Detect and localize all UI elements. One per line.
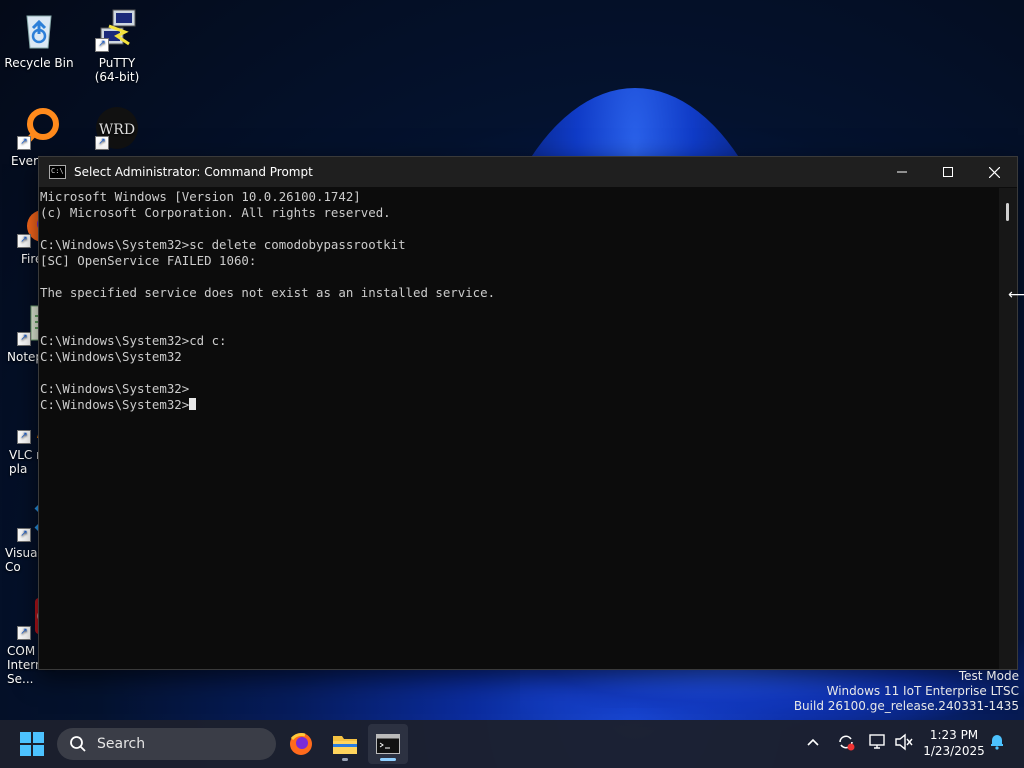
desktop-icon-recycle-bin[interactable]: Recycle Bin	[1, 8, 77, 70]
maximize-button[interactable]	[925, 157, 971, 187]
window-title: Select Administrator: Command Prompt	[74, 165, 313, 179]
shortcut-arrow-icon: ↗	[17, 234, 31, 248]
console-line: C:\Windows\System32>	[40, 381, 190, 396]
shortcut-arrow-icon: ↗	[95, 38, 109, 52]
console-line: C:\Windows\System32>cd c:	[40, 333, 227, 348]
shortcut-arrow-icon: ↗	[17, 626, 31, 640]
update-icon	[839, 735, 855, 751]
scrollbar-thumb[interactable]	[1006, 203, 1009, 221]
minimize-icon	[897, 171, 907, 173]
resize-cursor-icon: ⟷	[1008, 287, 1024, 303]
network-icon	[869, 734, 885, 749]
recycle-bin-icon	[17, 8, 61, 52]
notifications-button[interactable]	[988, 732, 1006, 754]
wrd-app-icon: WRD ↗	[95, 106, 139, 150]
volume-tray-button[interactable]	[894, 732, 914, 756]
console-line: The specified service does not exist as …	[40, 285, 496, 300]
prompt-text: C:\Windows\System32>	[40, 397, 190, 412]
shortcut-arrow-icon: ↗	[95, 136, 109, 150]
network-tray-button[interactable]	[868, 732, 888, 756]
desktop-icon-label: Recycle Bin	[4, 56, 74, 70]
title-bar[interactable]: C:\ Select Administrator: Command Prompt	[39, 157, 1017, 187]
watermark-line: Test Mode	[958, 669, 1019, 683]
console-line: [SC] OpenService FAILED 1060:	[40, 253, 257, 268]
console-line: (c) Microsoft Corporation. All rights re…	[40, 205, 391, 220]
windows-start-icon	[20, 732, 44, 756]
maximize-icon	[943, 167, 953, 177]
close-button[interactable]	[971, 157, 1017, 187]
minimize-button[interactable]	[879, 157, 925, 187]
file-explorer-icon	[333, 736, 357, 754]
console-line: Microsoft Windows [Version 10.0.26100.17…	[40, 189, 361, 204]
shortcut-arrow-icon: ↗	[17, 136, 31, 150]
watermark-line: Build 26100.ge_release.240331-1435	[793, 699, 1019, 713]
everything-icon: ↗	[17, 106, 61, 150]
show-hidden-icons-button[interactable]	[806, 734, 820, 753]
bell-icon	[991, 735, 1003, 750]
test-mode-watermark: Test Mode Windows 11 IoT Enterprise LTSC…	[794, 669, 1019, 714]
taskbar-terminal[interactable]	[368, 724, 408, 764]
clock-time: 1:23 PM	[929, 728, 979, 742]
close-icon	[988, 166, 1000, 178]
firefox-icon	[290, 733, 312, 755]
active-indicator	[380, 758, 396, 761]
shortcut-arrow-icon: ↗	[17, 528, 31, 542]
putty-icon: ↗	[95, 8, 139, 52]
shortcut-arrow-icon: ↗	[17, 332, 31, 346]
volume-muted-icon	[895, 733, 913, 751]
update-tray-button[interactable]	[836, 732, 856, 756]
desktop-icon-label: PuTTY (64-bit)	[94, 56, 140, 84]
running-indicator	[342, 758, 348, 761]
watermark-line: Windows 11 IoT Enterprise LTSC	[826, 684, 1019, 698]
shortcut-arrow-icon: ↗	[17, 430, 31, 444]
console-line: C:\Windows\System32>sc delete comodobypa…	[40, 237, 406, 252]
console-line: C:\Windows\System32	[40, 349, 182, 364]
terminal-icon	[376, 734, 400, 754]
desktop-icon-putty[interactable]: ↗ PuTTY (64-bit)	[79, 8, 155, 84]
search-icon	[70, 736, 86, 752]
taskbar: Search 1:23 PM 1/23/2025	[0, 720, 1024, 768]
taskbar-firefox[interactable]	[281, 724, 321, 764]
start-button[interactable]	[12, 724, 52, 764]
console-output[interactable]: Microsoft Windows [Version 10.0.26100.17…	[39, 188, 999, 669]
command-prompt-window[interactable]: C:\ Select Administrator: Command Prompt…	[38, 156, 1018, 670]
text-cursor	[189, 398, 197, 410]
clock-date: 1/23/2025	[923, 744, 985, 758]
desktop-icon-wrd[interactable]: WRD ↗	[79, 106, 155, 154]
chevron-up-icon	[807, 738, 819, 746]
taskbar-file-explorer[interactable]	[325, 724, 365, 764]
clock[interactable]: 1:23 PM 1/23/2025	[920, 727, 988, 759]
search-placeholder: Search	[97, 736, 146, 752]
search-box[interactable]: Search	[57, 728, 276, 760]
console-input-line[interactable]: C:\Windows\System32>	[40, 397, 999, 413]
vertical-scrollbar[interactable]	[999, 188, 1017, 669]
command-prompt-icon: C:\	[49, 165, 66, 179]
